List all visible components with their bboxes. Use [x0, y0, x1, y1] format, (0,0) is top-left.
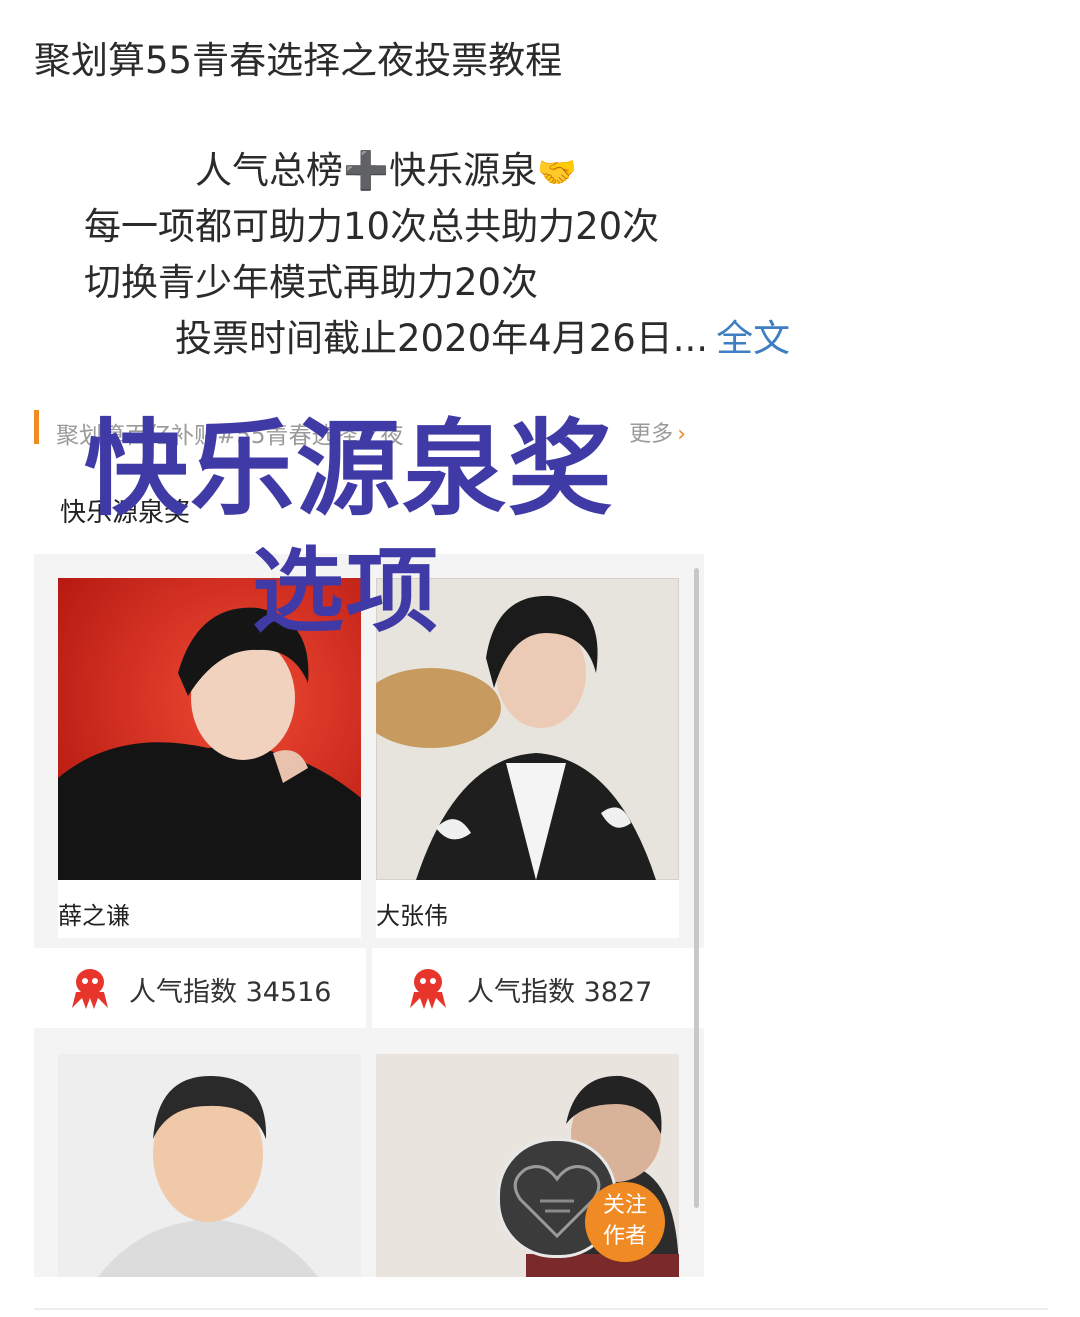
post-line-4: 投票时间截止2020年4月26日... 全文	[175, 308, 790, 362]
post-line-1: 人气总榜➕快乐源泉🤝	[195, 140, 577, 194]
post-title: 聚划算55青春选择之夜投票教程	[34, 39, 563, 82]
popularity-text-1: 人气指数 34516	[129, 977, 332, 1008]
divider	[34, 1308, 1048, 1310]
post-line-4-text: 投票时间截止2020年4月26日...	[175, 317, 709, 360]
mascot-icon	[410, 969, 446, 1009]
chevron-right-icon: ›	[677, 422, 686, 447]
post-line-1-a: 人气总榜	[195, 149, 343, 192]
author-label: 作者	[602, 1224, 647, 1249]
overlay-title: 快乐源泉奖	[84, 408, 615, 530]
overlay-subtitle: 选项	[252, 538, 441, 645]
mascot-icon	[72, 969, 108, 1009]
full-text-link[interactable]: 全文	[716, 317, 790, 360]
accent-bar	[34, 410, 39, 444]
follow-label: 关注	[602, 1193, 647, 1218]
candidate-name-2: 大张伟	[376, 902, 448, 930]
popularity-cell-2[interactable]: 人气指数 3827	[372, 948, 704, 1028]
handshake-icon: 🤝	[537, 153, 577, 191]
candidate-card-3	[58, 1054, 361, 1277]
post-line-2: 每一项都可助力10次总共助力20次	[84, 205, 660, 248]
plus-icon: ➕	[343, 149, 390, 192]
popularity-cell-1[interactable]: 人气指数 34516	[34, 948, 366, 1028]
candidate-photo-3	[58, 1054, 361, 1277]
post-line-1-b: 快乐源泉	[389, 149, 538, 192]
popularity-text-2: 人气指数 3827	[467, 977, 653, 1008]
post-line-3: 切换青少年模式再助力20次	[84, 261, 539, 304]
scrollbar[interactable]	[694, 568, 699, 1208]
more-label: 更多	[629, 422, 674, 447]
follow-author-button[interactable]: 关注 作者	[585, 1182, 665, 1262]
candidate-name-1: 薛之谦	[58, 902, 130, 930]
more-link: 更多 ›	[629, 416, 686, 448]
embedded-screenshot[interactable]: 聚划算百亿补贴#55青春选择之夜 更多 › 快乐源泉奖 薛之谦 大张伟 人气指数…	[34, 382, 704, 1277]
